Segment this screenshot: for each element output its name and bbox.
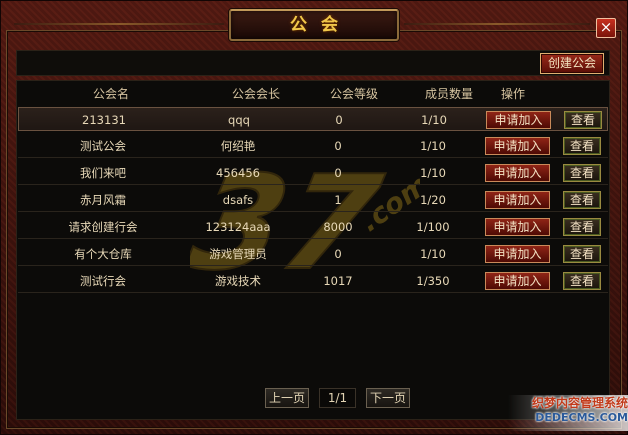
guild-members: 1/20 — [420, 193, 446, 207]
guild-level: 1017 — [323, 274, 353, 288]
guild-name: 赤月风霜 — [80, 193, 126, 207]
corner-watermark-text: 织梦内容管理系统 — [531, 396, 628, 410]
guild-level: 0 — [334, 166, 342, 180]
view-guild-button[interactable]: 查看 — [563, 245, 601, 263]
guild-members: 1/10 — [420, 166, 446, 180]
corner-watermark-url: DEDECMS.COM — [535, 411, 628, 424]
create-guild-button[interactable]: 创建公会 — [540, 53, 604, 74]
apply-join-button[interactable]: 申请加入 — [486, 111, 551, 129]
guild-members: 1/350 — [416, 274, 450, 288]
apply-join-button[interactable]: 申请加入 — [485, 164, 550, 182]
header-name: 公会名 — [92, 87, 129, 101]
guild-members: 1/10 — [420, 139, 446, 153]
guild-leader: 游戏管理员 — [209, 247, 267, 261]
apply-join-button[interactable]: 申请加入 — [485, 191, 550, 209]
table-row[interactable]: 测试公会 何绍艳 0 1/10 申请加入 查看 — [18, 134, 608, 158]
guild-leader: 游戏技术 — [215, 274, 261, 288]
next-page-button[interactable]: 下一页 — [366, 388, 410, 408]
guild-name: 213131 — [82, 113, 126, 127]
guild-leader: dsafs — [222, 193, 254, 207]
guild-name: 有个大仓库 — [74, 247, 132, 261]
close-icon: × — [599, 18, 613, 36]
view-guild-button[interactable]: 查看 — [563, 164, 601, 182]
guild-members: 1/100 — [416, 220, 450, 234]
guild-leader: 何绍艳 — [220, 139, 256, 153]
guild-level: 1 — [334, 193, 342, 207]
table-header: 公会名 公会会长 公会等级 成员数量 操作 — [16, 84, 610, 104]
table-row[interactable]: 213131 qqq 0 1/10 申请加入 查看 — [18, 107, 608, 131]
prev-page-button[interactable]: 上一页 — [265, 388, 309, 408]
guild-name: 测试行会 — [80, 274, 126, 288]
guild-level: 0 — [334, 139, 342, 153]
guild-name: 测试公会 — [80, 139, 126, 153]
view-guild-button[interactable]: 查看 — [564, 111, 602, 129]
guild-members: 1/10 — [421, 113, 447, 127]
window-title: 公会 — [290, 15, 352, 35]
view-guild-button[interactable]: 查看 — [563, 137, 601, 155]
apply-join-button[interactable]: 申请加入 — [485, 272, 550, 290]
guild-leader: 456456 — [216, 166, 260, 180]
guild-level: 0 — [335, 113, 343, 127]
page-indicator: 1/1 — [319, 388, 356, 408]
apply-join-button[interactable]: 申请加入 — [485, 218, 550, 236]
table-row[interactable]: 有个大仓库 游戏管理员 0 1/10 申请加入 查看 — [18, 242, 608, 266]
close-button[interactable]: × — [596, 18, 616, 38]
guild-leader: qqq — [228, 113, 250, 127]
view-guild-button[interactable]: 查看 — [563, 272, 601, 290]
view-guild-button[interactable]: 查看 — [563, 218, 601, 236]
toolbar — [16, 50, 610, 76]
guild-level: 0 — [334, 247, 342, 261]
guild-members: 1/10 — [420, 247, 446, 261]
view-guild-button[interactable]: 查看 — [563, 191, 601, 209]
header-leader: 公会会长 — [231, 87, 280, 101]
guild-name: 请求创建行会 — [68, 220, 138, 234]
table-row[interactable]: 请求创建行会 123124aaa 8000 1/100 申请加入 查看 — [18, 215, 608, 239]
apply-join-button[interactable]: 申请加入 — [485, 245, 550, 263]
header-level: 公会等级 — [329, 87, 378, 101]
header-ops: 操作 — [500, 87, 525, 101]
title-deco-left — [14, 23, 224, 25]
guild-name: 我们来吧 — [80, 166, 126, 180]
guild-leader: 123124aaa — [205, 220, 271, 234]
title-deco-right — [404, 23, 590, 25]
guild-level: 8000 — [323, 220, 353, 234]
apply-join-button[interactable]: 申请加入 — [485, 137, 550, 155]
table-row[interactable]: 赤月风霜 dsafs 1 1/20 申请加入 查看 — [18, 188, 608, 212]
table-row[interactable]: 我们来吧 456456 0 1/10 申请加入 查看 — [18, 161, 608, 185]
table-row[interactable]: 测试行会 游戏技术 1017 1/350 申请加入 查看 — [18, 269, 608, 293]
